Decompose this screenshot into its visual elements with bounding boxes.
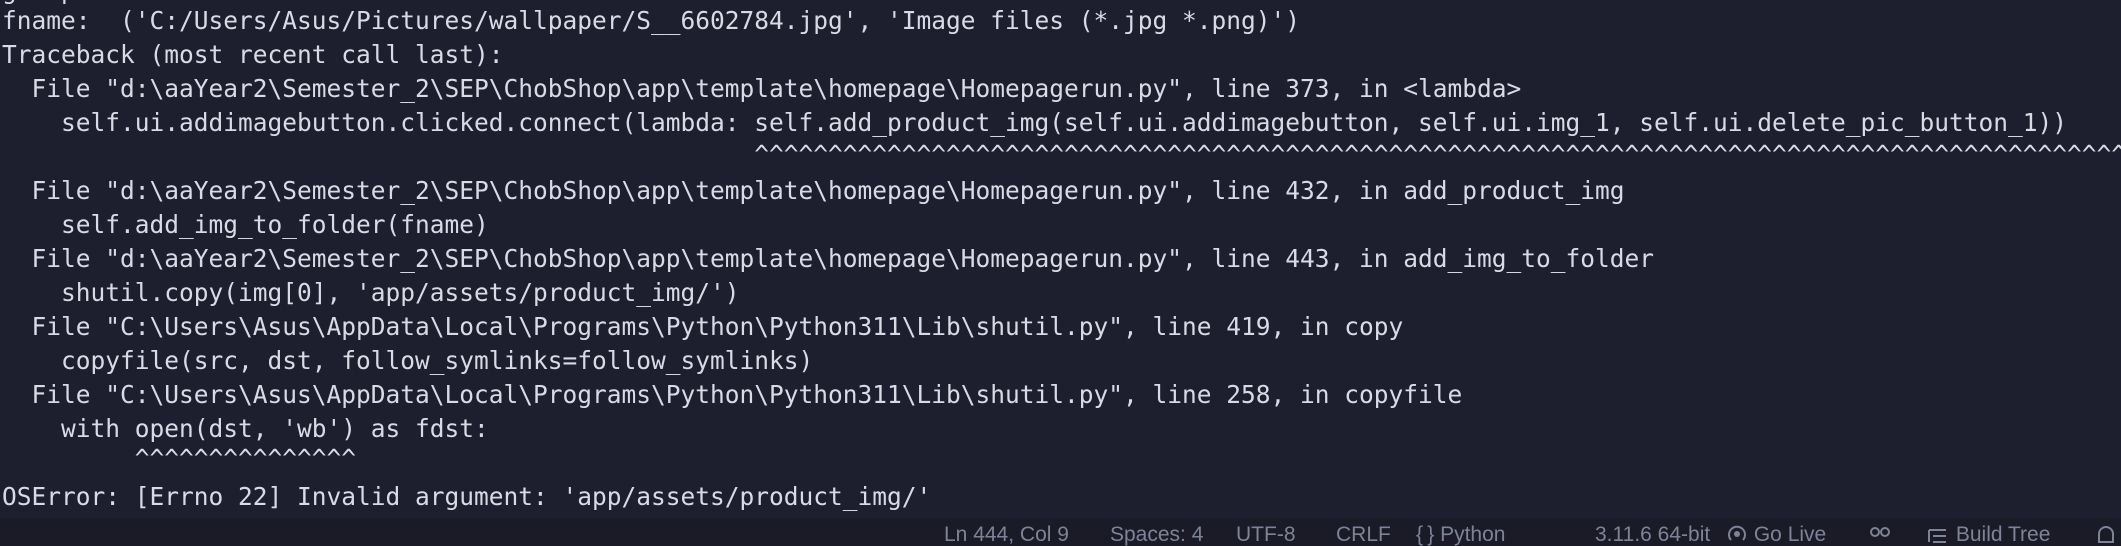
broadcast-icon	[1728, 525, 1746, 541]
terminal-line: File "C:\Users\Asus\AppData\Local\Progra…	[2, 312, 1404, 341]
accounts-icon	[1870, 527, 1890, 537]
terminal-line: ^^^^^^^^^^^^^^^^^^^^^^^^^^^^^^^^^^^^^^^^…	[2, 140, 2121, 169]
go-live-button[interactable]: Go Live	[1726, 518, 1826, 546]
encoding-setting[interactable]: UTF-8	[1236, 518, 1296, 546]
indentation-setting[interactable]: Spaces: 4	[1110, 518, 1203, 546]
accounts-button[interactable]	[1866, 518, 1894, 546]
terminal-line: shutil.copy(img[0], 'app/assets/product_…	[2, 278, 740, 307]
list-tree-icon	[1928, 529, 1946, 543]
terminal-line: File "C:\Users\Asus\AppData\Local\Progra…	[2, 380, 1463, 409]
go-live-label: Go Live	[1753, 523, 1827, 546]
python-interpreter[interactable]: 3.11.6 64-bit	[1595, 518, 1710, 546]
build-tree-label: Build Tree	[1955, 523, 2051, 546]
status-bar: Ln 444, Col 9 Spaces: 4 UTF-8 CRLF { } P…	[0, 518, 2121, 546]
terminal-line: File "d:\aaYear2\Semester_2\SEP\ChobShop…	[2, 176, 1625, 205]
notifications-button[interactable]	[2094, 518, 2118, 546]
build-tree-button[interactable]: Build Tree	[1926, 518, 2050, 546]
terminal-line: copyfile(src, dst, follow_symlinks=follo…	[2, 346, 814, 375]
terminal-panel[interactable]: g p fname: ('C:/Users/Asus/Pictures/wall…	[0, 0, 2121, 518]
terminal-line: self.add_img_to_folder(fname)	[2, 210, 489, 239]
braces-icon: { }	[1416, 523, 1435, 546]
line-ending-setting[interactable]: CRLF	[1336, 518, 1391, 546]
terminal-line: with open(dst, 'wb') as fdst:	[2, 414, 489, 443]
terminal-line: self.ui.addimagebutton.clicked.connect(l…	[2, 108, 2068, 137]
terminal-line: fname: ('C:/Users/Asus/Pictures/wallpape…	[2, 6, 1301, 35]
language-label: Python	[1440, 523, 1506, 546]
terminal-line: File "d:\aaYear2\Semester_2\SEP\ChobShop…	[2, 74, 1522, 103]
terminal-line: File "d:\aaYear2\Semester_2\SEP\ChobShop…	[2, 244, 1655, 273]
terminal-line: Traceback (most recent call last):	[2, 40, 504, 69]
terminal-line: OSError: [Errno 22] Invalid argument: 'a…	[2, 482, 932, 511]
cursor-position[interactable]: Ln 444, Col 9	[944, 518, 1069, 546]
bell-icon	[2098, 526, 2114, 543]
language-mode[interactable]: { } Python	[1416, 518, 1505, 546]
terminal-line: ^^^^^^^^^^^^^^^	[2, 444, 357, 473]
